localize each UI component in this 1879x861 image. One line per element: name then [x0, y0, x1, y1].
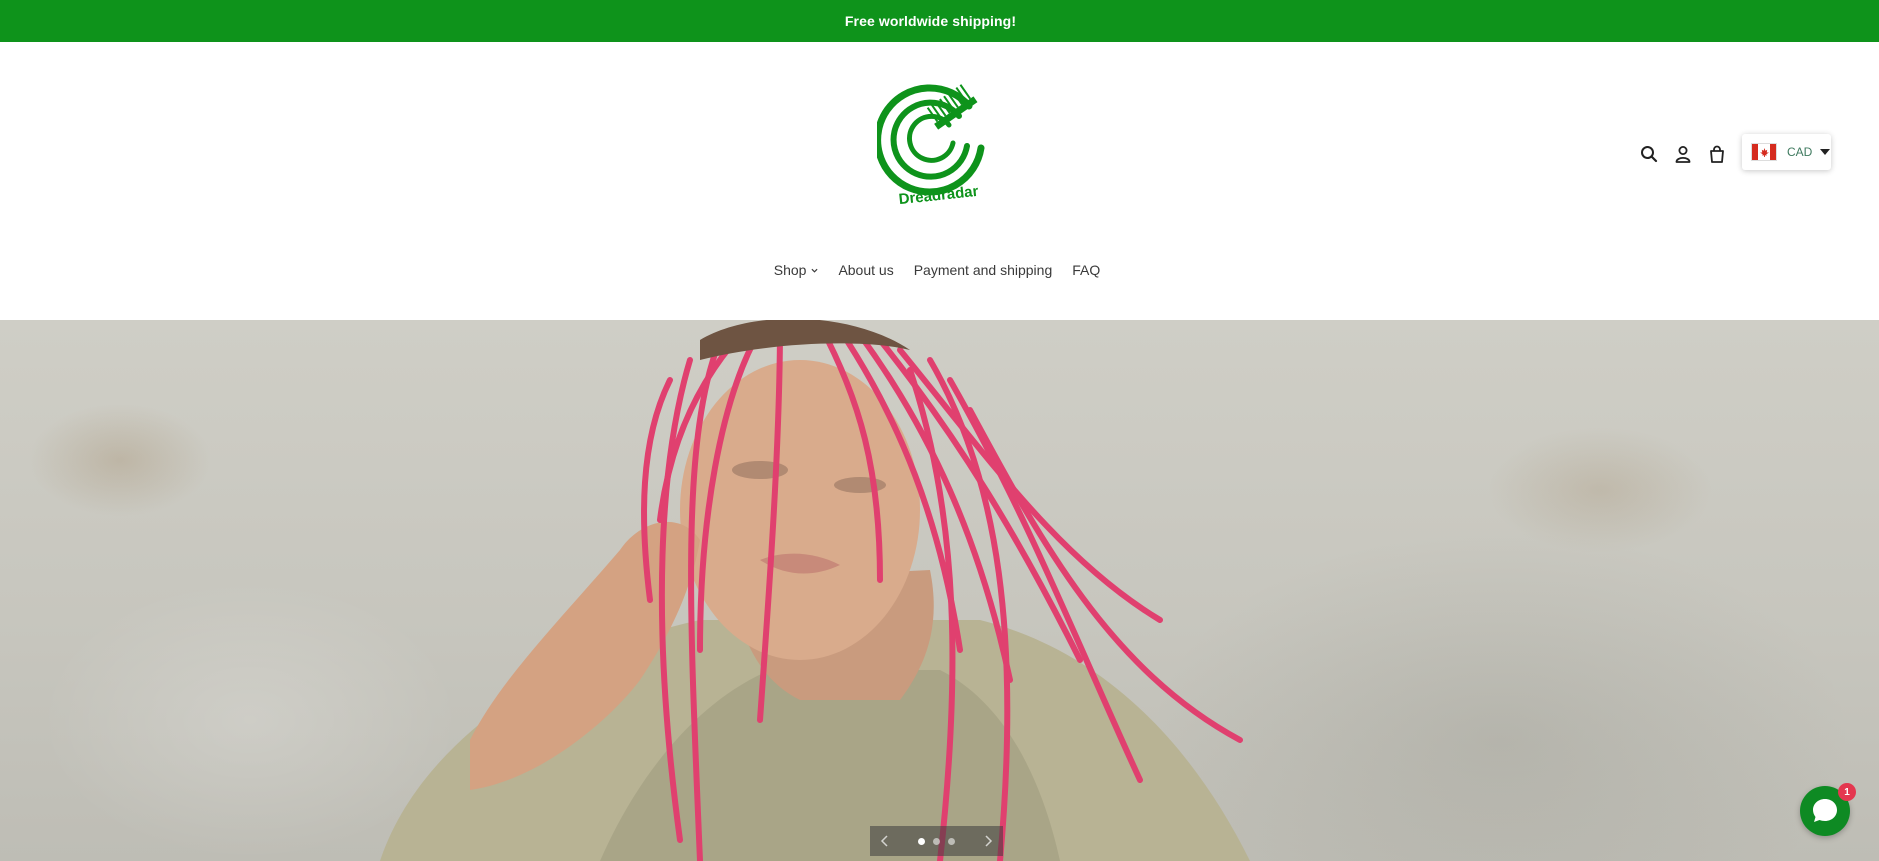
- chevron-right-icon: [985, 835, 993, 847]
- main-navigation: Shop About us Payment and shipping FAQ: [0, 258, 1879, 282]
- chevron-left-icon: [880, 835, 888, 847]
- next-slide-button[interactable]: [973, 826, 1003, 856]
- hero-image: [380, 320, 1250, 861]
- slide-dot-3[interactable]: [948, 837, 955, 845]
- search-icon[interactable]: [1632, 138, 1666, 170]
- slideshow-controls: [870, 826, 1003, 856]
- nav-item-about-us[interactable]: About us: [838, 262, 893, 278]
- announcement-text: Free worldwide shipping!: [844, 13, 1017, 29]
- hero-slideshow[interactable]: [0, 320, 1879, 861]
- brand-logo[interactable]: Dreadradar: [877, 76, 997, 212]
- slide-dot-2[interactable]: [933, 837, 940, 845]
- canada-flag-icon: [1751, 143, 1777, 161]
- site-header: Dreadradar CAD Shop About us Payment and…: [0, 42, 1879, 320]
- currency-code: CAD: [1787, 145, 1813, 159]
- announcement-bar: Free worldwide shipping!: [0, 0, 1879, 42]
- chat-bubble-icon: [1813, 799, 1837, 822]
- chat-unread-badge: 1: [1838, 783, 1856, 801]
- nav-item-shop[interactable]: Shop: [774, 262, 819, 278]
- currency-selector[interactable]: CAD: [1742, 134, 1831, 170]
- slide-dot-1[interactable]: [918, 837, 925, 845]
- cart-icon[interactable]: [1700, 138, 1734, 170]
- nav-item-payment-and-shipping[interactable]: Payment and shipping: [914, 262, 1053, 278]
- nav-item-label: Shop: [773, 262, 807, 278]
- nav-item-label: Payment and shipping: [913, 262, 1053, 278]
- nav-item-label: FAQ: [1072, 262, 1101, 278]
- caret-down-icon: [1820, 149, 1831, 155]
- header-icons: [1632, 138, 1734, 170]
- account-icon[interactable]: [1666, 138, 1700, 170]
- nav-item-label: About us: [838, 262, 894, 278]
- nav-item-faq[interactable]: FAQ: [1072, 262, 1100, 278]
- chevron-down-icon: [811, 268, 818, 273]
- slide-dots: [918, 837, 955, 845]
- previous-slide-button[interactable]: [870, 826, 900, 856]
